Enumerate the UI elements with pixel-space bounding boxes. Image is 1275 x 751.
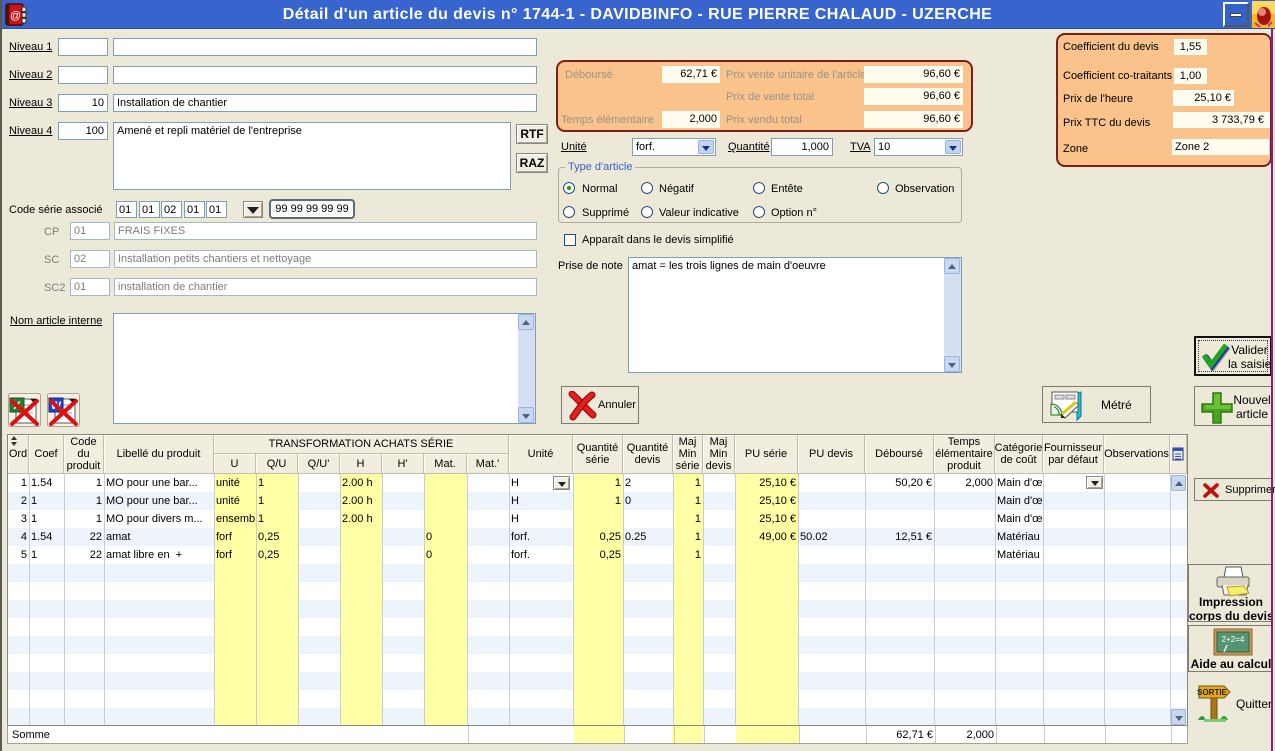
svg-text:2+2=4: 2+2=4 — [1222, 635, 1245, 644]
svg-text:@: @ — [10, 10, 21, 22]
svg-text:SORTIE: SORTIE — [1197, 688, 1227, 697]
